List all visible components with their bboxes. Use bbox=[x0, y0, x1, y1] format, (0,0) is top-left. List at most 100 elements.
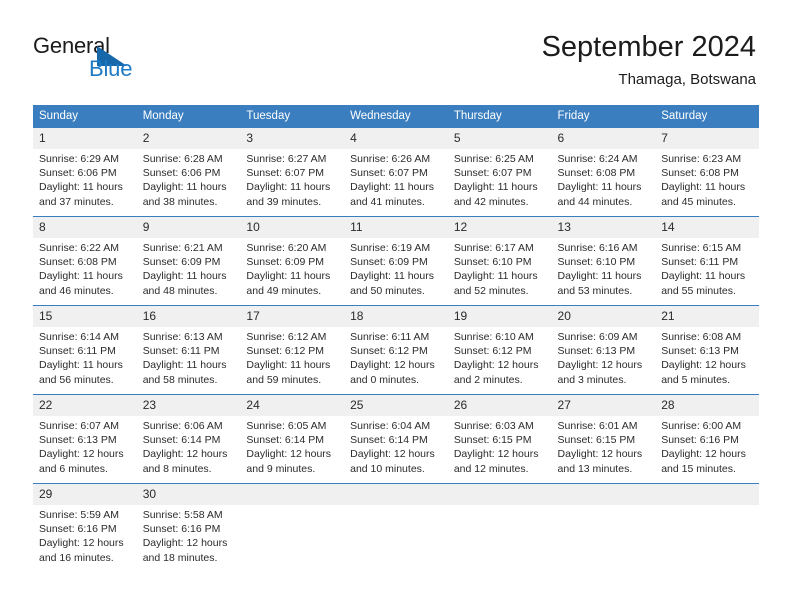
day-number[interactable]: 24 bbox=[240, 395, 344, 416]
sunset-text: Sunset: 6:07 PM bbox=[453, 167, 532, 180]
day-number[interactable]: 19 bbox=[448, 306, 552, 327]
calendar-week-row: 15 16 17 18 19 20 21 Sunrise: 6:14 AM Sunset: 6:… bbox=[33, 305, 759, 394]
day-number[interactable]: 1 bbox=[33, 128, 137, 149]
day-cell[interactable]: Sunrise: 6:09 AM Sunset: 6:13 PM Daylight:… bbox=[552, 327, 656, 394]
daylight-text: Daylight: 12 hours and 15 minutes. bbox=[661, 448, 746, 475]
sunrise-text: Sunrise: 6:29 AM bbox=[39, 153, 119, 165]
sunrise-text: Sunrise: 6:24 AM bbox=[557, 153, 638, 165]
day-cell[interactable]: Sunrise: 6:13 AM Sunset: 6:11 PM Daylight:… bbox=[137, 327, 241, 394]
daylight-text: Daylight: 11 hours and 55 minutes. bbox=[661, 270, 746, 297]
day-number[interactable]: 23 bbox=[137, 395, 241, 416]
day-number[interactable]: 8 bbox=[33, 217, 137, 238]
empty-day-cell bbox=[655, 484, 759, 505]
day-number[interactable]: 7 bbox=[655, 128, 759, 149]
day-number[interactable]: 12 bbox=[448, 217, 552, 238]
day-cell[interactable]: Sunrise: 6:08 AM Sunset: 6:13 PM Daylight:… bbox=[655, 327, 759, 394]
day-number[interactable]: 26 bbox=[448, 395, 552, 416]
day-cell[interactable]: Sunrise: 6:04 AM Sunset: 6:14 PM Daylight:… bbox=[344, 416, 448, 483]
day-cell[interactable]: Sunrise: 6:05 AM Sunset: 6:14 PM Daylight:… bbox=[240, 416, 344, 483]
daylight-text: Daylight: 12 hours and 0 minutes. bbox=[350, 359, 435, 386]
day-cell[interactable]: Sunrise: 6:00 AM Sunset: 6:16 PM Daylight:… bbox=[655, 416, 759, 483]
day-number[interactable]: 4 bbox=[344, 128, 448, 149]
day-number[interactable]: 21 bbox=[655, 306, 759, 327]
day-cell[interactable]: Sunrise: 6:03 AM Sunset: 6:15 PM Daylight:… bbox=[448, 416, 552, 483]
sunrise-text: Sunrise: 6:26 AM bbox=[350, 153, 431, 165]
daylight-text: Daylight: 12 hours and 5 minutes. bbox=[661, 359, 746, 386]
day-cell[interactable]: Sunrise: 6:24 AM Sunset: 6:08 PM Daylight:… bbox=[552, 149, 656, 216]
day-number[interactable]: 28 bbox=[655, 395, 759, 416]
daylight-text: Daylight: 11 hours and 39 minutes. bbox=[246, 181, 331, 208]
day-cell[interactable]: Sunrise: 6:14 AM Sunset: 6:11 PM Daylight:… bbox=[33, 327, 137, 394]
day-cell[interactable]: Sunrise: 6:22 AM Sunset: 6:08 PM Daylight:… bbox=[33, 238, 137, 305]
sunset-text: Sunset: 6:13 PM bbox=[557, 345, 636, 358]
empty-day-cell bbox=[344, 484, 448, 505]
sunset-text: Sunset: 6:09 PM bbox=[350, 256, 428, 269]
day-cell[interactable]: Sunrise: 6:16 AM Sunset: 6:10 PM Daylight:… bbox=[552, 238, 656, 305]
day-number[interactable]: 2 bbox=[137, 128, 241, 149]
sunset-text: Sunset: 6:14 PM bbox=[246, 434, 325, 447]
day-number[interactable]: 16 bbox=[137, 306, 241, 327]
sunrise-text: Sunrise: 6:03 AM bbox=[453, 420, 534, 432]
daylight-text: Daylight: 11 hours and 48 minutes. bbox=[142, 270, 227, 297]
sunrise-text: Sunrise: 6:17 AM bbox=[453, 242, 534, 254]
day-cell[interactable]: Sunrise: 6:15 AM Sunset: 6:11 PM Daylight:… bbox=[655, 238, 759, 305]
day-number[interactable]: 20 bbox=[552, 306, 656, 327]
day-number[interactable]: 10 bbox=[240, 217, 344, 238]
day-cell[interactable]: Sunrise: 6:17 AM Sunset: 6:10 PM Daylight:… bbox=[448, 238, 552, 305]
sunrise-text: Sunrise: 6:16 AM bbox=[557, 242, 638, 254]
sunrise-text: Sunrise: 6:06 AM bbox=[142, 420, 223, 432]
day-number[interactable]: 30 bbox=[137, 484, 241, 505]
weekday-header-friday: Friday bbox=[557, 110, 590, 122]
day-content-row: Sunrise: 6:14 AM Sunset: 6:11 PM Daylight:… bbox=[33, 327, 759, 394]
empty-day-cell bbox=[240, 505, 344, 572]
daylight-text: Daylight: 12 hours and 16 minutes. bbox=[39, 537, 124, 564]
day-number-row: 8 9 10 11 12 13 14 bbox=[33, 217, 759, 238]
day-number[interactable]: 18 bbox=[344, 306, 448, 327]
day-number[interactable]: 29 bbox=[33, 484, 137, 505]
daylight-text: Daylight: 11 hours and 59 minutes. bbox=[246, 359, 331, 386]
day-number[interactable]: 13 bbox=[552, 217, 656, 238]
day-cell[interactable]: Sunrise: 6:20 AM Sunset: 6:09 PM Daylight:… bbox=[240, 238, 344, 305]
day-number[interactable]: 14 bbox=[655, 217, 759, 238]
daylight-text: Daylight: 12 hours and 3 minutes. bbox=[557, 359, 643, 386]
day-cell[interactable]: Sunrise: 6:07 AM Sunset: 6:13 PM Daylight:… bbox=[33, 416, 137, 483]
day-content-row: Sunrise: 6:07 AM Sunset: 6:13 PM Daylight:… bbox=[33, 416, 759, 483]
day-cell[interactable]: Sunrise: 6:12 AM Sunset: 6:12 PM Daylight:… bbox=[240, 327, 344, 394]
day-number[interactable]: 27 bbox=[552, 395, 656, 416]
sunrise-text: Sunrise: 6:20 AM bbox=[246, 242, 327, 254]
page-subtitle: Thamaga, Botswana bbox=[618, 71, 756, 88]
day-cell[interactable]: Sunrise: 6:23 AM Sunset: 6:08 PM Daylight:… bbox=[655, 149, 759, 216]
sunrise-text: Sunrise: 6:08 AM bbox=[661, 331, 742, 343]
day-number[interactable]: 11 bbox=[344, 217, 448, 238]
day-number[interactable]: 9 bbox=[137, 217, 241, 238]
day-cell[interactable]: Sunrise: 5:59 AM Sunset: 6:16 PM Daylight:… bbox=[33, 505, 137, 572]
day-number[interactable]: 17 bbox=[240, 306, 344, 327]
day-cell[interactable]: Sunrise: 6:27 AM Sunset: 6:07 PM Daylight:… bbox=[240, 149, 344, 216]
day-number[interactable]: 6 bbox=[552, 128, 656, 149]
calendar-week-row: 29 30 Sunrise: 5:59 AM Sunset: 6:16 PM Dayli… bbox=[33, 483, 759, 572]
day-cell[interactable]: Sunrise: 6:21 AM Sunset: 6:09 PM Daylight:… bbox=[137, 238, 241, 305]
day-number[interactable]: 25 bbox=[344, 395, 448, 416]
sunset-text: Sunset: 6:15 PM bbox=[557, 434, 636, 447]
day-number[interactable]: 5 bbox=[448, 128, 552, 149]
sunset-text: Sunset: 6:08 PM bbox=[557, 167, 636, 180]
day-cell[interactable]: Sunrise: 5:58 AM Sunset: 6:16 PM Daylight:… bbox=[137, 505, 241, 572]
day-cell[interactable]: Sunrise: 6:25 AM Sunset: 6:07 PM Daylight:… bbox=[448, 149, 552, 216]
day-number[interactable]: 3 bbox=[240, 128, 344, 149]
daylight-text: Daylight: 12 hours and 8 minutes. bbox=[142, 448, 228, 475]
day-cell[interactable]: Sunrise: 6:06 AM Sunset: 6:14 PM Daylight:… bbox=[137, 416, 241, 483]
daylight-text: Daylight: 12 hours and 6 minutes. bbox=[39, 448, 124, 475]
day-cell[interactable]: Sunrise: 6:28 AM Sunset: 6:06 PM Daylight:… bbox=[137, 149, 241, 216]
day-number[interactable]: 22 bbox=[33, 395, 137, 416]
day-cell[interactable]: Sunrise: 6:10 AM Sunset: 6:12 PM Daylight:… bbox=[448, 327, 552, 394]
day-cell[interactable]: Sunrise: 6:11 AM Sunset: 6:12 PM Daylight:… bbox=[344, 327, 448, 394]
day-cell[interactable]: Sunrise: 6:29 AM Sunset: 6:06 PM Daylight:… bbox=[33, 149, 137, 216]
daylight-text: Daylight: 12 hours and 9 minutes. bbox=[246, 448, 332, 475]
day-cell[interactable]: Sunrise: 6:01 AM Sunset: 6:15 PM Daylight:… bbox=[552, 416, 656, 483]
sunset-text: Sunset: 6:09 PM bbox=[142, 256, 221, 269]
day-cell[interactable]: Sunrise: 6:19 AM Sunset: 6:09 PM Daylight:… bbox=[344, 238, 448, 305]
sunrise-text: Sunrise: 6:11 AM bbox=[350, 331, 430, 343]
day-number[interactable]: 15 bbox=[33, 306, 137, 327]
sunrise-text: Sunrise: 6:05 AM bbox=[246, 420, 327, 432]
day-cell[interactable]: Sunrise: 6:26 AM Sunset: 6:07 PM Daylight:… bbox=[344, 149, 448, 216]
